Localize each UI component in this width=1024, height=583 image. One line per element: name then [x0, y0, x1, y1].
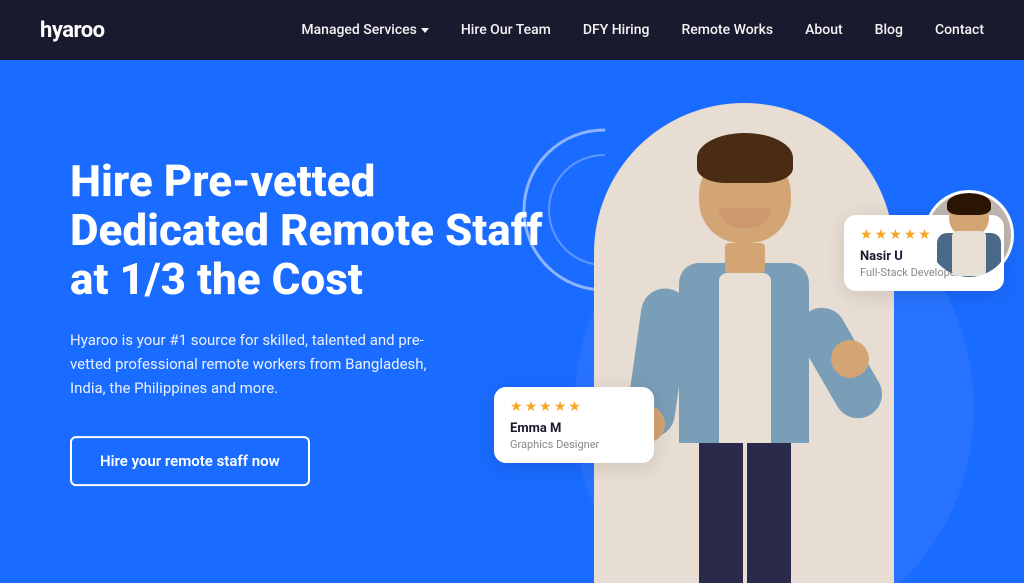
nav-link-about[interactable]: About: [805, 22, 843, 38]
cta-button[interactable]: Hire your remote staff now: [70, 436, 310, 486]
navigation: hyaroo Managed Services Hire Our Team DF…: [0, 0, 1024, 60]
hero-section: Hire Pre-vetted Dedicated Remote Staff a…: [0, 60, 1024, 583]
nav-link-remote-works[interactable]: Remote Works: [681, 22, 773, 38]
star-3: ★: [889, 227, 902, 243]
star-5: ★: [918, 227, 931, 243]
thumb-hair: [947, 193, 991, 215]
body-inner-shirt: [719, 273, 771, 443]
nav-link-dfy-hiring[interactable]: DFY Hiring: [583, 22, 650, 38]
nav-item-about[interactable]: About: [805, 22, 843, 38]
neck: [725, 243, 765, 273]
person-figure: [599, 113, 889, 583]
star-b4: ★: [554, 399, 567, 415]
hero-title: Hire Pre-vetted Dedicated Remote Staff a…: [70, 157, 550, 305]
brand-logo[interactable]: hyaroo: [40, 18, 105, 43]
hand-right: [831, 340, 869, 378]
nav-link-managed-services[interactable]: Managed Services: [301, 22, 429, 38]
chevron-down-icon: [421, 28, 429, 33]
leg-right: [747, 423, 791, 583]
star-b5: ★: [568, 399, 581, 415]
leg-left: [699, 423, 743, 583]
nav-link-contact[interactable]: Contact: [935, 22, 984, 38]
nav-link-blog[interactable]: Blog: [875, 22, 903, 38]
nav-item-contact[interactable]: Contact: [935, 22, 984, 38]
nav-item-hire-our-team[interactable]: Hire Our Team: [461, 22, 551, 38]
hero-subtitle: Hyaroo is your #1 source for skilled, ta…: [70, 328, 450, 400]
star-1: ★: [860, 227, 873, 243]
nav-item-dfy-hiring[interactable]: DFY Hiring: [583, 22, 650, 38]
nav-item-managed-services[interactable]: Managed Services: [301, 22, 429, 38]
star-2: ★: [875, 227, 888, 243]
nav-item-remote-works[interactable]: Remote Works: [681, 22, 773, 38]
nav-links: Managed Services Hire Our Team DFY Hirin…: [301, 22, 984, 38]
hero-content: Hire Pre-vetted Dedicated Remote Staff a…: [70, 157, 550, 487]
nav-item-blog[interactable]: Blog: [875, 22, 903, 38]
thumb-shirt: [952, 231, 986, 276]
nav-link-hire-our-team[interactable]: Hire Our Team: [461, 22, 551, 38]
hair: [697, 133, 793, 183]
star-4: ★: [904, 227, 917, 243]
